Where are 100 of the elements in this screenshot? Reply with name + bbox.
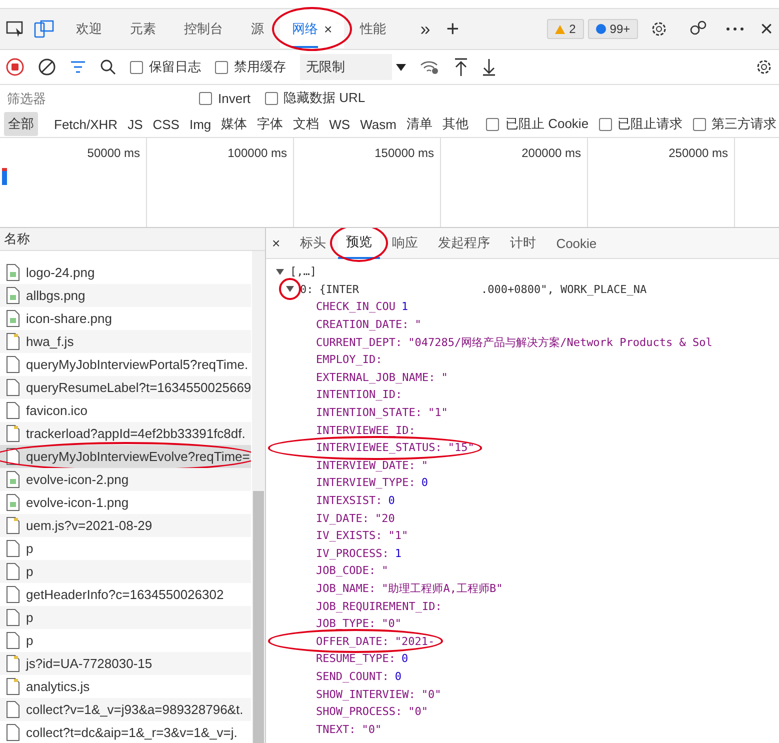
request-row[interactable]: p [0, 629, 251, 652]
inspect-icon[interactable] [6, 21, 24, 37]
checkbox[interactable] [486, 118, 500, 130]
type-filter-button[interactable]: WS [325, 114, 354, 134]
json-key: OFFER_DATE: [316, 634, 389, 648]
expand-triangle-icon[interactable] [276, 268, 284, 275]
tab[interactable]: 发起程序 [430, 228, 498, 258]
request-row[interactable]: queryResumeLabel?t=1634550025669 [0, 376, 251, 399]
json-value: " [382, 564, 388, 578]
request-row[interactable]: icon-share.png [0, 307, 251, 330]
type-filter-button[interactable]: 其他 [438, 112, 472, 136]
type-filter-button[interactable]: Wasm [356, 114, 400, 134]
message-badge[interactable]: 99+ [588, 19, 638, 39]
json-value: "0" [362, 722, 382, 736]
request-row[interactable]: p [0, 606, 251, 629]
upload-icon[interactable] [454, 58, 468, 76]
tab[interactable]: 性能 [348, 10, 398, 48]
clear-icon[interactable] [38, 58, 56, 76]
type-filter-button[interactable]: 清单 [402, 112, 436, 136]
request-row[interactable]: uem.js?v=2021-08-29 [0, 514, 251, 537]
request-row[interactable]: evolve-icon-2.png [0, 468, 251, 491]
json-value: "047285/网络产品与解决方案/Network Products & Sol [408, 334, 712, 350]
close-tab-icon[interactable]: × [324, 21, 332, 37]
more-tabs-button[interactable]: » [420, 18, 430, 40]
close-button[interactable]: × [760, 16, 773, 42]
tab[interactable]: 响应 [384, 228, 426, 258]
tab[interactable]: 源 [239, 10, 276, 48]
json-key: SHOW_PROCESS: [316, 705, 402, 718]
request-row[interactable]: getHeaderInfo?c=1634550026302 [0, 583, 251, 606]
request-row[interactable]: analytics.js [0, 675, 251, 698]
checkbox[interactable] [215, 60, 228, 74]
download-icon[interactable] [482, 58, 496, 76]
request-row[interactable]: queryMyJobInterviewPortal5?reqTime. [0, 353, 251, 376]
more-options-icon[interactable] [726, 27, 744, 31]
checkbox-label: 隐藏数据 URL [284, 89, 366, 107]
tab[interactable]: Cookie [548, 230, 605, 256]
type-filter-button[interactable]: 全部 [4, 112, 38, 136]
json-value: "助理工程师A,工程师B" [382, 580, 503, 596]
type-filter-button[interactable]: JS [124, 114, 147, 134]
checkbox[interactable] [199, 92, 212, 104]
checkbox[interactable] [130, 60, 143, 74]
tab[interactable]: 欢迎 [64, 10, 114, 48]
checkbox[interactable] [692, 118, 706, 130]
request-row[interactable]: collect?v=1&_v=j93&a=989328796&t. [0, 698, 251, 721]
json-key: INTENTION_STATE: [316, 406, 422, 420]
json-value: " [414, 318, 422, 332]
json-value: 1 [401, 300, 408, 314]
request-row[interactable]: queryMyJobInterviewEvolve?reqTime= [0, 445, 251, 468]
checkbox-label: 已阻止 Cookie [505, 115, 589, 133]
tab[interactable]: 网络 × [280, 10, 344, 48]
checkbox[interactable] [598, 118, 612, 130]
warning-badge[interactable]: 2 [547, 19, 584, 39]
file-icon [6, 563, 20, 580]
expand-triangle-icon[interactable] [286, 286, 294, 292]
checkbox-label: 禁用缓存 [234, 58, 286, 76]
json-value: 1 [394, 546, 402, 560]
tab[interactable]: 计时 [502, 228, 544, 258]
caret-icon[interactable] [396, 64, 406, 70]
add-tab-button[interactable]: + [446, 16, 460, 42]
request-row[interactable]: js?id=UA-7728030-15 [0, 652, 251, 675]
file-icon [6, 287, 20, 304]
request-row[interactable]: p [0, 537, 251, 560]
filter-icon[interactable] [70, 61, 86, 73]
file-icon [6, 310, 20, 327]
tab[interactable]: 预览 [338, 228, 380, 259]
settings-icon[interactable] [650, 20, 668, 38]
request-row[interactable]: evolve-icon-1.png [0, 491, 251, 514]
json-key: JOB_CODE: [316, 564, 376, 578]
request-row[interactable]: allbgs.png [0, 284, 251, 307]
type-filter-button[interactable]: CSS [148, 114, 184, 134]
tab[interactable]: 标头 [292, 228, 334, 258]
tab[interactable]: 元素 [118, 10, 168, 48]
type-filter-button[interactable]: Fetch/XHR [50, 114, 122, 134]
json-key: INTENTION_ID: [316, 388, 402, 402]
file-icon [6, 494, 20, 511]
checkbox[interactable] [264, 92, 278, 104]
json-key: JOB_TYPE: [316, 617, 376, 630]
json-key: JOB_REQUIREMENT_ID: [316, 600, 442, 613]
record-icon[interactable] [6, 58, 24, 76]
time-tick-label: 150000 ms [374, 146, 434, 160]
time-tick-label: 50000 ms [87, 146, 140, 160]
throttle-select[interactable]: 无限制 [300, 54, 392, 80]
request-row[interactable]: hwa_f.js [0, 330, 251, 353]
device-icon[interactable] [34, 20, 54, 38]
tab[interactable]: 控制台 [172, 10, 235, 48]
request-row[interactable]: logo-24.png [0, 261, 251, 284]
request-row[interactable]: favicon.ico [0, 399, 251, 422]
json-value: "1" [428, 406, 448, 420]
request-row[interactable]: p [0, 560, 251, 583]
type-filter-button[interactable]: 媒体 [217, 112, 252, 136]
json-value: "1" [388, 529, 408, 542]
search-icon[interactable] [100, 59, 116, 75]
scrollbar[interactable] [252, 251, 265, 743]
json-key: CURRENT_DEPT: [316, 336, 402, 349]
type-filter-button[interactable]: 文档 [289, 112, 324, 136]
type-filter-button[interactable]: 字体 [253, 112, 288, 136]
type-filter-button[interactable]: Img [185, 114, 216, 134]
settings-icon[interactable] [755, 58, 773, 76]
request-row[interactable]: trackerload?appId=4ef2bb33391fc8df. [0, 422, 251, 445]
request-row[interactable]: collect?t=dc&aip=1&_r=3&v=1&_v=j. [0, 721, 251, 743]
